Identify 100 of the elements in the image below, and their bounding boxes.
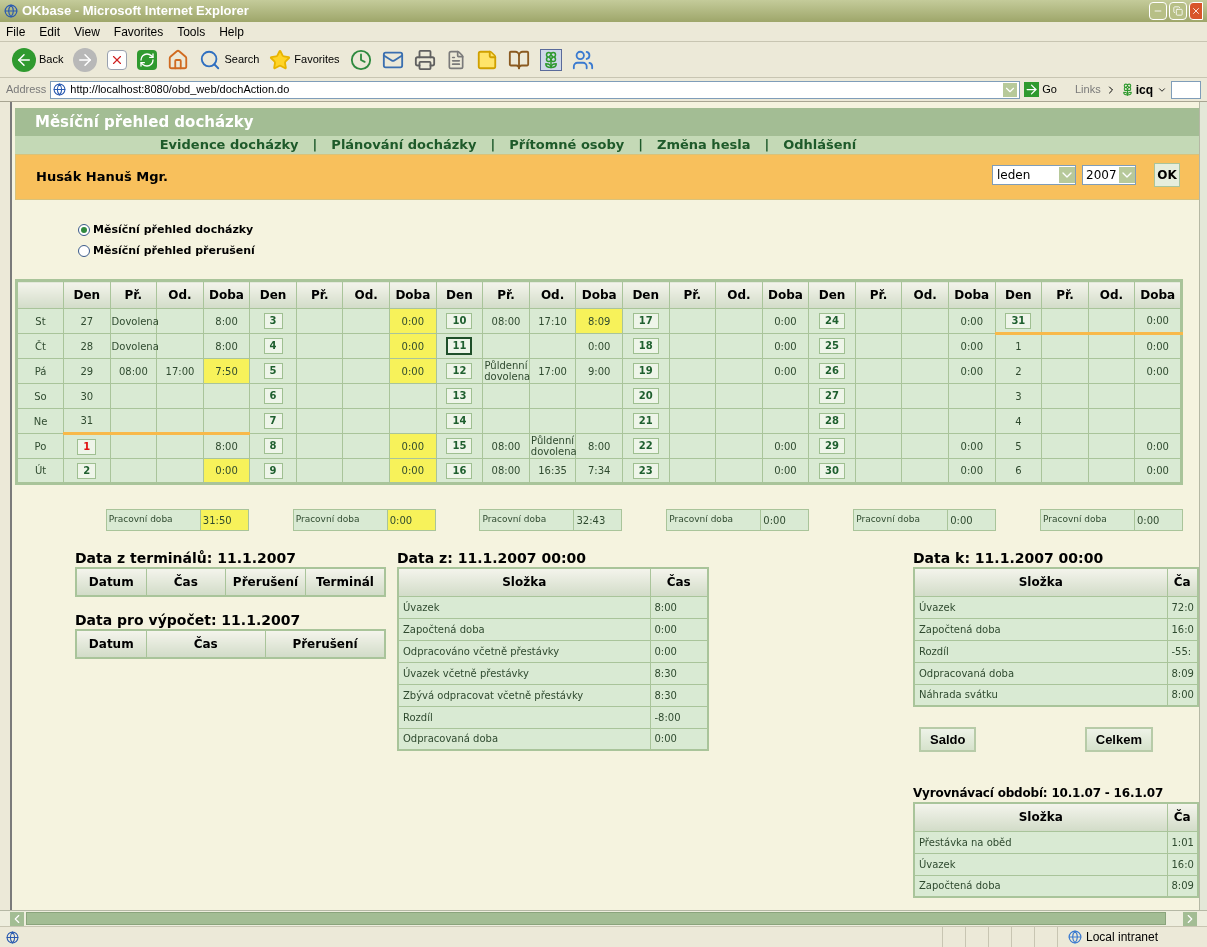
menu-item[interactable]: View (74, 22, 100, 41)
refresh-button[interactable] (135, 49, 160, 70)
search-field[interactable] (1171, 80, 1201, 99)
scrollbar-thumb[interactable] (26, 912, 1166, 925)
radio-option[interactable]: Měsíční přehled docházky (78, 222, 1199, 239)
column-header: Čas (146, 630, 266, 658)
total-label: Pracovní doba (854, 510, 949, 530)
day-link[interactable]: 14 (446, 413, 473, 429)
day-number: 6 (1015, 465, 1022, 476)
departure-cell: Půldenní dovolena (529, 433, 576, 459)
day-link[interactable]: 18 (632, 338, 659, 354)
day-link[interactable]: 1 (77, 438, 97, 455)
duration-cell: 8:00 (203, 433, 250, 459)
column-header: Den (808, 280, 856, 309)
weekday-cell: Čt (16, 333, 64, 359)
menu-item[interactable]: Favorites (113, 22, 164, 41)
total-label: Pracovní doba (106, 510, 201, 530)
day-link[interactable]: 12 (446, 363, 473, 379)
day-link[interactable]: 19 (632, 363, 659, 379)
day-link[interactable]: 25 (819, 338, 845, 354)
column-header: Čas (146, 568, 226, 596)
day-link[interactable]: 26 (819, 363, 845, 379)
departure-cell: 17:10 (529, 308, 576, 334)
day-link[interactable]: 23 (632, 462, 659, 479)
arrival-cell: Dovolena (110, 308, 157, 334)
day-link[interactable]: 3 (263, 313, 283, 329)
day-link[interactable]: 11 (446, 337, 473, 355)
vertical-scrollbar[interactable] (1199, 102, 1207, 910)
weekday-cell: So (16, 383, 64, 409)
search-button[interactable]: Search (197, 48, 262, 71)
ok-button[interactable]: OK (1154, 163, 1180, 187)
nav-link[interactable]: Změna hesla (657, 135, 751, 155)
links-label[interactable]: Links (1074, 81, 1101, 98)
nav-link[interactable]: Odhlášení (783, 135, 857, 155)
action-button[interactable]: Saldo (919, 727, 977, 752)
duration-cell: 0:00 (762, 358, 809, 384)
radio-option[interactable]: Měsíční přehled přerušení (78, 242, 1199, 259)
day-link[interactable]: 4 (263, 338, 283, 354)
day-link[interactable]: 22 (632, 438, 659, 454)
horizontal-scrollbar[interactable] (0, 910, 1207, 926)
favorites-button[interactable]: Favorites (267, 48, 342, 71)
total-label: Pracovní doba (293, 510, 388, 530)
day-link[interactable]: 17 (632, 313, 659, 329)
table-cell: Úvazek včetně přestávky (398, 662, 650, 684)
radio-button[interactable] (78, 224, 90, 237)
column-header: Datum (76, 568, 146, 596)
day-link[interactable]: 5 (263, 363, 283, 379)
day-link[interactable]: 8 (263, 438, 283, 454)
menu-item[interactable]: Tools (177, 22, 206, 41)
icq-button[interactable] (537, 48, 564, 71)
menu-item[interactable]: Edit (39, 22, 61, 41)
month-select[interactable]: leden (992, 165, 1076, 185)
day-link[interactable]: 7 (263, 413, 283, 429)
column-header: Den (249, 280, 297, 309)
nav-separator: | (490, 136, 496, 155)
day-link[interactable]: 29 (819, 438, 845, 454)
go-button[interactable]: Go (1024, 81, 1057, 98)
day-link[interactable]: 20 (632, 388, 659, 404)
day-link[interactable]: 27 (819, 388, 845, 404)
year-select[interactable]: 2007 (1082, 165, 1136, 185)
total-value: 0:00 (1136, 513, 1161, 528)
column-header: Doba (575, 280, 623, 309)
day-link[interactable]: 15 (446, 438, 473, 454)
day-link[interactable]: 6 (263, 388, 283, 404)
column-header: Ča (1167, 568, 1198, 596)
menu-item[interactable]: File (6, 22, 26, 41)
icq-button[interactable]: icq (1120, 80, 1153, 99)
nav-link[interactable]: Plánování docházky (331, 135, 477, 155)
day-link[interactable]: 2 (77, 462, 97, 479)
page-icon (53, 83, 67, 96)
back-button[interactable]: Back (10, 47, 66, 72)
nav-link[interactable]: Evidence docházky (159, 135, 299, 155)
menu-item[interactable]: Help (219, 22, 244, 41)
day-link[interactable]: 21 (632, 413, 659, 429)
day-link[interactable]: 9 (263, 462, 283, 479)
table-cell: Odpracovaná doba (914, 662, 1167, 684)
column-header: Doba (203, 280, 250, 309)
day-link[interactable]: 10 (446, 313, 473, 329)
radio-button[interactable] (78, 244, 90, 257)
flower-icon (1120, 83, 1134, 96)
nav-separator: | (312, 136, 318, 155)
scroll-right-icon[interactable] (1183, 911, 1197, 926)
day-link[interactable]: 24 (819, 313, 845, 329)
day-number: 1 (1015, 341, 1022, 352)
nav-link[interactable]: Přítomné osoby (509, 135, 625, 155)
day-link[interactable]: 28 (819, 413, 845, 429)
day-link[interactable]: 31 (1005, 312, 1032, 329)
stop-button[interactable] (105, 49, 130, 70)
day-link[interactable]: 13 (446, 388, 473, 404)
restore-button[interactable] (1169, 2, 1187, 20)
close-button[interactable] (1189, 2, 1203, 20)
address-field[interactable]: http://localhost:8080/obd_web/dochAction.do (50, 80, 1021, 99)
minimize-button[interactable] (1149, 2, 1167, 20)
scroll-left-icon[interactable] (10, 911, 24, 926)
day-link[interactable]: 16 (446, 462, 473, 479)
column-header: Přerušení (225, 568, 306, 596)
action-button[interactable]: Celkem (1084, 727, 1153, 752)
table-cell: Započtená doba (398, 618, 650, 640)
weekday-cell: St (16, 308, 64, 334)
day-link[interactable]: 30 (819, 462, 845, 479)
